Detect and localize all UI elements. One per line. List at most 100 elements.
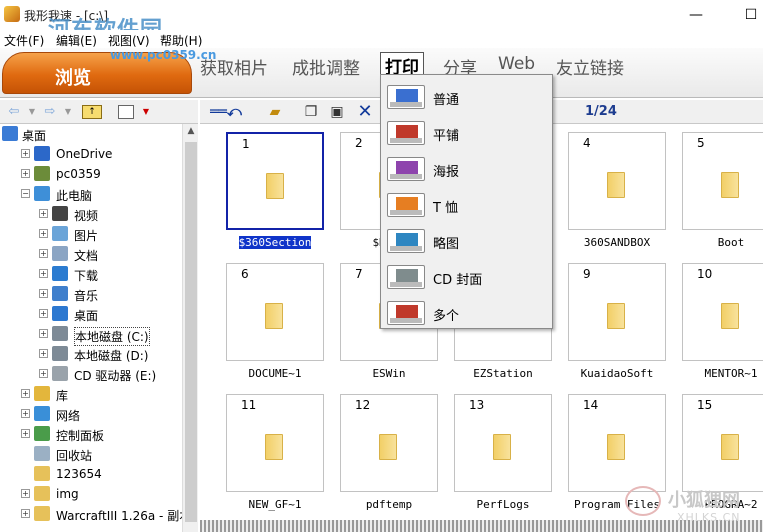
folder-icon — [34, 486, 50, 501]
thumbnail[interactable]: 10 — [682, 263, 763, 361]
open-folder-icon[interactable]: ▰ — [266, 104, 284, 120]
collapse-icon[interactable]: − — [21, 189, 30, 198]
thumbnail-caption[interactable]: PerfLogs — [448, 498, 558, 511]
expand-icon[interactable]: + — [39, 289, 48, 298]
scroll-up-icon[interactable]: ▲ — [183, 126, 199, 140]
copy-icon[interactable]: ❐ — [302, 104, 320, 120]
thumbnail[interactable]: 1 — [226, 132, 324, 230]
thumbnail[interactable]: 5 — [682, 132, 763, 230]
tree-item[interactable]: − 此电脑 — [18, 184, 182, 204]
menu-file[interactable]: 文件(F) — [4, 32, 44, 49]
tree-item[interactable]: + img — [18, 484, 182, 504]
navigate-back-icon[interactable]: ══⤺ — [204, 104, 248, 120]
thumbnail-caption[interactable]: 360SANDBOX — [562, 236, 672, 249]
thumbnail-caption[interactable]: NEW_GF~1 — [220, 498, 330, 511]
tree-item[interactable]: + 音乐 — [36, 284, 182, 304]
print-tshirt-icon — [387, 193, 425, 217]
expand-icon[interactable]: + — [21, 489, 30, 498]
thumbnail[interactable]: 14 — [568, 394, 666, 492]
thumbnail[interactable]: 4 — [568, 132, 666, 230]
thumbnail-caption[interactable]: pdftemp — [334, 498, 444, 511]
expand-icon[interactable]: + — [39, 329, 48, 338]
mode-batch-adjust[interactable]: 成批调整 — [292, 54, 360, 79]
thumbnail-caption[interactable]: DOCUME~1 — [220, 367, 330, 380]
thumbnail-caption[interactable]: EZStation — [448, 367, 558, 380]
thumbnail[interactable]: 6 — [226, 263, 324, 361]
mode-partner-links[interactable]: 友立链接 — [556, 54, 624, 79]
expand-icon[interactable]: + — [21, 169, 30, 178]
minimize-button[interactable]: — — [686, 5, 706, 25]
thumbnail-caption-text: MENTOR~1 — [704, 367, 758, 380]
print-menu-item[interactable]: T 恤 — [381, 187, 552, 221]
tree-item[interactable]: + 网络 — [18, 404, 182, 424]
expand-icon[interactable]: + — [39, 229, 48, 238]
tree-item[interactable]: 回收站 — [18, 444, 182, 464]
tree-scrollbar[interactable]: ▲ — [182, 124, 198, 532]
thumbnail[interactable]: 12 — [340, 394, 438, 492]
tree-item[interactable]: + WarcraftIII 1.26a - 副本 — [18, 504, 191, 524]
expand-icon[interactable]: + — [39, 309, 48, 318]
thumbnail[interactable]: 9 — [568, 263, 666, 361]
expand-icon[interactable]: + — [39, 249, 48, 258]
menu-view[interactable]: 视图(V) — [108, 32, 150, 49]
expand-icon[interactable]: + — [39, 209, 48, 218]
paste-icon[interactable]: ▣ — [328, 104, 346, 120]
tree-item[interactable]: + 视频 — [36, 204, 182, 224]
thumbnail-caption-text: 360SANDBOX — [583, 236, 651, 249]
expand-icon[interactable]: + — [21, 389, 30, 398]
thumbnail-caption[interactable]: Boot — [676, 236, 763, 249]
back-dropdown-icon[interactable]: ▼ — [22, 104, 42, 120]
print-menu-item[interactable]: CD 封面 — [381, 259, 552, 293]
expand-icon[interactable]: + — [21, 429, 30, 438]
forward-arrow-icon[interactable]: ⇨ — [40, 104, 60, 120]
delete-x-icon[interactable]: ✕ — [356, 103, 374, 121]
print-menu-item[interactable]: 多个 — [381, 295, 552, 329]
print-menu-item[interactable]: 平铺 — [381, 115, 552, 149]
print-menu-item[interactable]: 海报 — [381, 151, 552, 185]
menu-help[interactable]: 帮助(H) — [160, 32, 202, 49]
thumbnail-caption[interactable]: $360Section — [220, 236, 330, 249]
folder-icon — [493, 434, 511, 460]
thumbnail-caption[interactable]: ESWin — [334, 367, 444, 380]
forward-dropdown-icon[interactable]: ▼ — [58, 104, 78, 120]
tree-item[interactable]: 123654 — [18, 464, 182, 484]
tree-item[interactable]: + OneDrive — [18, 144, 182, 164]
folder-icon — [52, 326, 68, 341]
print-menu-item[interactable]: 略图 — [381, 223, 552, 257]
print-menu-item[interactable]: 普通 — [381, 79, 552, 113]
tree-item[interactable]: + pc0359 — [18, 164, 182, 184]
up-folder-icon[interactable]: ↑ — [82, 105, 102, 119]
maximize-button[interactable]: ☐ — [741, 5, 761, 25]
expand-icon[interactable]: + — [21, 149, 30, 158]
view-mode-icon[interactable] — [118, 105, 134, 119]
expand-icon[interactable]: + — [21, 409, 30, 418]
tree-item[interactable]: + 库 — [18, 384, 182, 404]
tree-item[interactable]: 桌面 — [0, 124, 182, 144]
tree-item[interactable]: + 控制面板 — [18, 424, 182, 444]
tree-item[interactable]: + 本地磁盘 (C:) — [36, 324, 182, 346]
tree-item[interactable]: + CD 驱动器 (E:) — [36, 364, 182, 384]
thumbnail-caption-text: Boot — [717, 236, 745, 249]
folder-icon — [34, 386, 50, 401]
thumbnail[interactable]: 15 — [682, 394, 763, 492]
tree-item[interactable]: + 本地磁盘 (D:) — [36, 344, 182, 364]
tree-item[interactable]: + 下载 — [36, 264, 182, 284]
scroll-thumb[interactable] — [185, 142, 197, 522]
view-dropdown-icon[interactable]: ▼ — [136, 104, 156, 120]
thumbnail-caption[interactable]: KuaidaoSoft — [562, 367, 672, 380]
tree-item-label: 音乐 — [74, 289, 99, 303]
expand-icon[interactable]: + — [21, 509, 30, 518]
back-arrow-icon[interactable]: ⇦ — [4, 104, 24, 120]
expand-icon[interactable]: + — [39, 369, 48, 378]
thumbnail[interactable]: 13 — [454, 394, 552, 492]
expand-icon[interactable]: + — [39, 269, 48, 278]
thumbnail-caption[interactable]: MENTOR~1 — [676, 367, 763, 380]
thumbnail-number: 10 — [697, 267, 713, 281]
menu-edit[interactable]: 编辑(E) — [56, 32, 97, 49]
tree-item[interactable]: + 图片 — [36, 224, 182, 244]
tree-item[interactable]: + 文档 — [36, 244, 182, 264]
expand-icon[interactable]: + — [39, 349, 48, 358]
thumbnail[interactable]: 11 — [226, 394, 324, 492]
mode-web[interactable]: Web — [498, 54, 535, 74]
tree-item[interactable]: + 桌面 — [36, 304, 182, 324]
